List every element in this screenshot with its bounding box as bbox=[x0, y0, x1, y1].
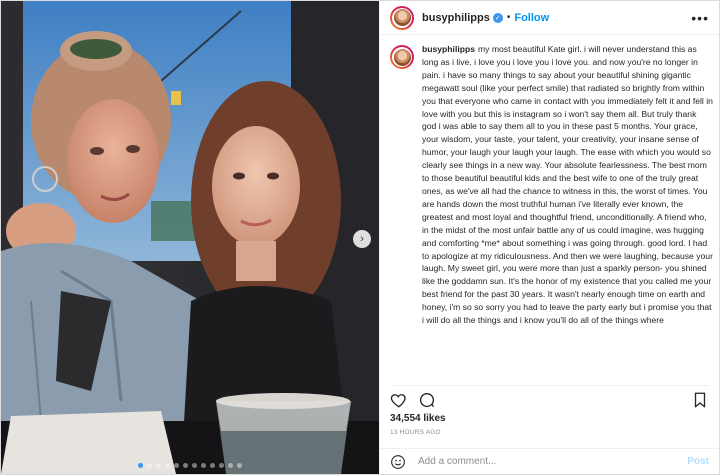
verified-badge-icon: ✓ bbox=[492, 12, 503, 23]
comment-input[interactable] bbox=[416, 455, 688, 468]
carousel-dot bbox=[165, 463, 170, 468]
comment-bar: Post bbox=[380, 448, 719, 474]
smiley-icon[interactable] bbox=[390, 454, 406, 470]
photo-illustration bbox=[1, 1, 379, 474]
more-options-icon[interactable]: ••• bbox=[691, 10, 709, 26]
carousel-dot bbox=[219, 463, 224, 468]
carousel-dot bbox=[210, 463, 215, 468]
carousel-dot bbox=[201, 463, 206, 468]
instagram-post: › busyphilipps ✓ • Follow ••• busyphilip… bbox=[0, 0, 720, 475]
carousel-dot bbox=[183, 463, 188, 468]
header-separator: • bbox=[506, 12, 511, 23]
caption-avatar[interactable] bbox=[390, 45, 414, 69]
caption: busyphilipps my most beautiful Kate girl.… bbox=[422, 43, 713, 379]
carousel-dot bbox=[192, 463, 197, 468]
like-count[interactable]: 34,554 likes bbox=[390, 413, 446, 424]
post-side-panel: busyphilipps ✓ • Follow ••• busyphilipps… bbox=[379, 1, 719, 474]
carousel-dot bbox=[147, 463, 152, 468]
header-username[interactable]: busyphilipps bbox=[422, 12, 490, 24]
carousel-dot bbox=[138, 463, 143, 468]
post-comment-button[interactable]: Post bbox=[687, 456, 709, 467]
carousel-dot bbox=[228, 463, 233, 468]
post-photo[interactable]: › bbox=[1, 1, 379, 474]
comment-icon[interactable] bbox=[418, 391, 436, 409]
post-timestamp: 13 HOURS AGO bbox=[390, 429, 441, 436]
bookmark-icon[interactable] bbox=[691, 391, 709, 409]
caption-text: my most beautiful Kate girl. i will neve… bbox=[422, 44, 713, 326]
caption-block: busyphilipps my most beautiful Kate girl.… bbox=[390, 43, 713, 379]
post-actions bbox=[390, 385, 709, 410]
carousel-dot bbox=[237, 463, 242, 468]
carousel-dot bbox=[156, 463, 161, 468]
avatar[interactable] bbox=[390, 5, 414, 30]
carousel-next-button[interactable]: › bbox=[353, 230, 371, 248]
carousel-dot bbox=[174, 463, 179, 468]
heart-icon[interactable] bbox=[390, 391, 408, 409]
carousel-indicator bbox=[1, 463, 379, 468]
follow-button[interactable]: Follow bbox=[514, 12, 549, 24]
caption-username[interactable]: busyphilipps bbox=[422, 44, 475, 54]
post-header: busyphilipps ✓ • Follow ••• bbox=[380, 1, 719, 35]
chevron-right-icon: › bbox=[360, 232, 364, 245]
